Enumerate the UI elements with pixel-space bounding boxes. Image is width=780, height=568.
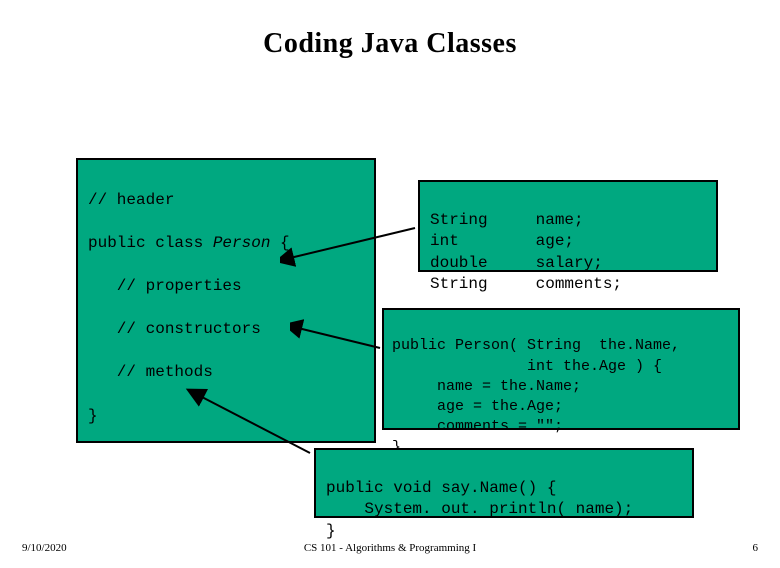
slide-title: Coding Java Classes <box>0 28 780 60</box>
code-box-method: public void say.Name() { System. out. pr… <box>314 448 694 518</box>
code-line: String comments; <box>430 275 622 293</box>
code-line: // methods <box>88 363 213 381</box>
code-line: String name; <box>430 211 584 229</box>
code-line: public Person( String the.Name, <box>392 337 680 354</box>
code-box-constructor: public Person( String the.Name, int the.… <box>382 308 740 430</box>
code-line: // header <box>88 191 174 209</box>
code-line: System. out. println( name); <box>326 500 633 518</box>
code-line: name = the.Name; <box>392 378 581 395</box>
code-box-class-skeleton: // header public class Person { // prope… <box>76 158 376 443</box>
code-line: int the.Age ) { <box>392 358 662 375</box>
code-box-properties: String name; int age; double salary; Str… <box>418 180 718 272</box>
footer-page-number: 6 <box>753 542 759 554</box>
code-line: age = the.Age; <box>392 398 563 415</box>
code-line: // properties <box>88 277 242 295</box>
code-line: } <box>88 407 98 425</box>
footer-course: CS 101 - Algorithms & Programming I <box>304 542 476 554</box>
code-line: public class Person { <box>88 234 290 252</box>
code-line: comments = ""; <box>392 418 563 435</box>
code-line: double salary; <box>430 254 603 272</box>
footer-date: 9/10/2020 <box>22 542 67 554</box>
code-line: // constructors <box>88 320 261 338</box>
code-line: } <box>326 522 336 540</box>
code-line: int age; <box>430 232 574 250</box>
code-line: public void say.Name() { <box>326 479 556 497</box>
